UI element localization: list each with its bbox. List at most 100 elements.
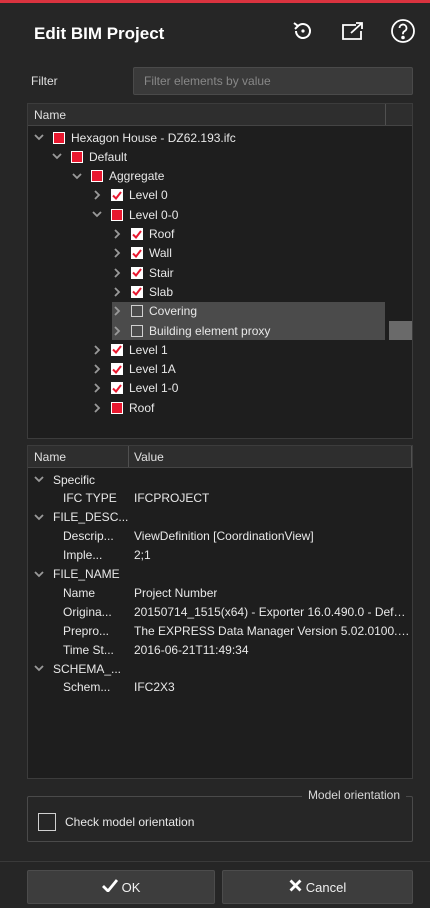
tree-item[interactable]: Stair (112, 263, 174, 282)
chevron-down-icon[interactable] (34, 475, 44, 485)
property-group-label: Specific (53, 472, 96, 487)
chevron-right-icon[interactable] (112, 325, 122, 336)
property-row[interactable]: Time St... 2016-06-21T11:49:34 (28, 640, 412, 659)
chevron-right-icon[interactable] (112, 287, 122, 297)
tree-name-column[interactable]: Name (28, 108, 66, 122)
reset-icon[interactable] (290, 18, 316, 44)
ok-button-label: OK (121, 879, 141, 895)
tree-item-checkbox[interactable] (111, 363, 123, 376)
tree-item-label: Building element proxy (149, 323, 271, 338)
chevron-down-icon[interactable] (92, 210, 102, 220)
filter-row: Filter (27, 67, 413, 97)
chevron-down-icon[interactable] (72, 171, 82, 181)
properties-header: Name Value (28, 446, 412, 468)
tree-item[interactable]: Roof (112, 225, 174, 244)
help-icon[interactable] (390, 18, 416, 44)
tree-scrollbar[interactable] (389, 321, 412, 340)
tree-item[interactable]: Hexagon House - DZ62.193.ifc (34, 128, 236, 147)
chevron-right-icon[interactable] (112, 306, 122, 316)
chevron-right-icon[interactable] (92, 364, 102, 374)
tree-item-label: Stair (149, 265, 174, 280)
property-value: 2016-06-21T11:49:34 (134, 642, 249, 657)
property-row[interactable]: Origina... 20150714_1515(x64) - Exporter … (28, 602, 412, 621)
property-row[interactable]: Prepro... The EXPRESS Data Manager Versio… (28, 621, 412, 640)
filter-input[interactable] (133, 67, 413, 95)
properties-name-column[interactable]: Name (28, 450, 66, 464)
chevron-right-icon[interactable] (92, 403, 102, 413)
tree-column-header[interactable]: Name (28, 104, 412, 126)
property-group[interactable]: SCHEMA_... (34, 659, 404, 678)
tree-item[interactable]: Level 1A (92, 360, 176, 379)
tree-item[interactable]: Level 0 (92, 186, 168, 205)
tree-item-checkbox[interactable] (131, 324, 143, 337)
tree-item-checkbox[interactable] (131, 285, 143, 298)
tree-item-label: Roof (129, 400, 155, 415)
property-value: ViewDefinition [CoordinationView] (134, 529, 314, 544)
property-row[interactable]: Schem... IFC2X3 (28, 678, 412, 697)
tree-item-checkbox[interactable] (111, 382, 123, 395)
tree-item[interactable]: Roof (92, 398, 154, 417)
model-orientation-title: Model orientation (301, 788, 406, 802)
title-bar: Edit BIM Project (0, 6, 430, 61)
property-group[interactable]: Specific (34, 470, 404, 489)
tree-item-checkbox[interactable] (131, 247, 143, 260)
tree-item-checkbox[interactable] (91, 170, 103, 183)
tree-item[interactable]: Level 1 (92, 340, 168, 359)
tree-item-checkbox[interactable] (111, 401, 123, 414)
tree-item-label: Covering (149, 304, 198, 319)
property-row[interactable]: Descrip... ViewDefinition [CoordinationVi… (28, 527, 412, 546)
cancel-button[interactable]: Cancel (222, 870, 413, 904)
tree-item-label: Level 1 (129, 342, 168, 357)
property-name: Descrip... (63, 529, 114, 544)
chevron-right-icon[interactable] (112, 248, 122, 258)
chevron-right-icon[interactable] (92, 345, 102, 355)
properties-table: Name Value Specific IFC TYPE IFCPROJECT FIL… (27, 445, 413, 779)
edit-bim-project-dialog: Edit BIM Project Filter Filter elements … (0, 0, 430, 908)
tree-item[interactable]: Covering (112, 301, 385, 321)
tree-item-checkbox[interactable] (131, 305, 143, 318)
property-row[interactable]: IFC TYPE IFCPROJECT (28, 489, 412, 508)
tree-item[interactable]: Wall (112, 244, 172, 263)
property-group[interactable]: FILE_DESC... (34, 508, 404, 527)
tree-item[interactable]: Aggregate (72, 167, 164, 186)
element-tree[interactable]: Name Hexagon House - DZ62.193.ifc Default… (27, 103, 413, 439)
property-row[interactable]: Imple... 2;1 (28, 546, 412, 565)
tree-item-checkbox[interactable] (131, 228, 143, 240)
tree-item[interactable]: Level 0-0 (92, 205, 178, 224)
tree-item[interactable]: Level 1-0 (92, 379, 178, 398)
property-value: Project Number (134, 585, 218, 600)
chevron-right-icon[interactable] (92, 383, 102, 394)
chevron-right-icon[interactable] (92, 190, 102, 201)
chevron-right-icon[interactable] (112, 229, 122, 239)
chevron-right-icon[interactable] (112, 267, 122, 278)
property-name: Imple... (63, 548, 103, 563)
export-icon[interactable] (340, 18, 366, 44)
chevron-down-icon[interactable] (34, 512, 44, 522)
tree-item-label: Level 1-0 (129, 381, 179, 396)
tree-item[interactable]: Building element proxy (112, 321, 385, 340)
property-value: 20150714_1515(x64) - Exporter 16.0.490.0… (134, 604, 410, 619)
check-model-orientation-label[interactable]: Check model orientation (65, 815, 194, 829)
tree-item-checkbox[interactable] (53, 131, 65, 144)
properties-value-column[interactable]: Value (134, 450, 164, 464)
tree-item-checkbox[interactable] (111, 343, 123, 356)
tree-item-checkbox[interactable] (131, 266, 143, 279)
chevron-down-icon[interactable] (34, 569, 44, 579)
chevron-down-icon[interactable] (52, 152, 62, 162)
property-name: Prepro... (63, 623, 110, 638)
property-group[interactable]: FILE_NAME (34, 565, 404, 584)
property-name: IFC TYPE (63, 491, 117, 506)
chevron-down-icon[interactable] (34, 664, 44, 674)
tree-item-checkbox[interactable] (111, 208, 123, 221)
tree-item-checkbox[interactable] (111, 189, 123, 202)
chevron-down-icon[interactable] (34, 133, 44, 143)
tree-item[interactable]: Slab (112, 282, 173, 301)
property-group-label: FILE_NAME (53, 567, 120, 581)
ok-button[interactable]: OK (27, 870, 215, 904)
check-model-orientation-checkbox[interactable] (38, 813, 56, 831)
property-name: Name (63, 585, 96, 600)
tree-item[interactable]: Default (52, 147, 127, 166)
property-name: Origina... (63, 604, 112, 619)
property-row[interactable]: Name Project Number (28, 583, 412, 602)
tree-item-checkbox[interactable] (71, 150, 83, 163)
